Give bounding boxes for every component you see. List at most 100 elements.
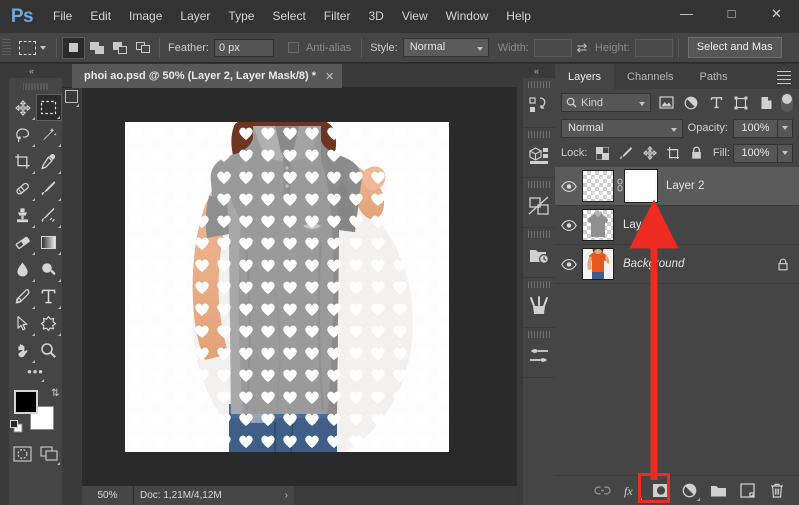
crop-tool[interactable] bbox=[10, 148, 36, 175]
menu-help[interactable]: Help bbox=[497, 0, 540, 33]
quick-selection-tool[interactable] bbox=[36, 121, 62, 148]
move-tool[interactable] bbox=[10, 94, 36, 121]
adjustment-layers-filter-button[interactable] bbox=[681, 93, 701, 112]
lock-transparent-pixels-button[interactable] bbox=[592, 143, 613, 163]
width-input[interactable] bbox=[533, 38, 572, 57]
canvas-area[interactable]: 50% Doc: 1,21M/4,12M › bbox=[62, 88, 517, 505]
quick-mask-mode-button[interactable] bbox=[12, 446, 32, 465]
tab-paths[interactable]: Paths bbox=[686, 64, 741, 89]
tab-layers[interactable]: Layers bbox=[555, 64, 615, 89]
anti-alias-checkbox[interactable] bbox=[287, 42, 299, 53]
minimize-button[interactable]: — bbox=[664, 0, 709, 27]
custom-shape-tool[interactable] bbox=[36, 310, 62, 337]
menu-view[interactable]: View bbox=[393, 0, 437, 33]
swap-colors-icon[interactable]: ⇅ bbox=[51, 388, 59, 399]
swap-dimensions-icon[interactable]: ⇄ bbox=[572, 40, 592, 56]
toolbar-collapse-icon[interactable]: « bbox=[0, 64, 62, 78]
history-log-panel-icon[interactable] bbox=[523, 228, 555, 278]
table-row[interactable]: Background bbox=[555, 245, 799, 284]
table-row[interactable]: Layer 2 bbox=[555, 167, 799, 206]
type-layers-filter-button[interactable] bbox=[706, 93, 726, 112]
fill-stepper[interactable] bbox=[777, 143, 793, 163]
layer-visibility-toggle[interactable] bbox=[555, 258, 582, 270]
zoom-tool[interactable] bbox=[36, 337, 62, 364]
shape-layers-filter-button[interactable] bbox=[731, 93, 751, 112]
type-tool[interactable] bbox=[36, 283, 62, 310]
menu-filter[interactable]: Filter bbox=[315, 0, 360, 33]
delete-layer-button[interactable] bbox=[764, 479, 789, 503]
layer-thumbnail[interactable] bbox=[582, 248, 614, 280]
smart-object-filter-button[interactable] bbox=[756, 93, 776, 112]
dock-collapse-icon[interactable]: « bbox=[517, 64, 555, 78]
menu-layer[interactable]: Layer bbox=[171, 0, 219, 33]
menu-window[interactable]: Window bbox=[437, 0, 498, 33]
hand-tool[interactable] bbox=[10, 337, 36, 364]
menu-edit[interactable]: Edit bbox=[81, 0, 120, 33]
new-selection-button[interactable] bbox=[62, 36, 85, 59]
healing-brush-tool[interactable] bbox=[10, 175, 36, 202]
history-brush-tool[interactable] bbox=[36, 202, 62, 229]
new-fill-adjustment-button[interactable] bbox=[677, 479, 702, 503]
table-row[interactable]: Layer 1 bbox=[555, 206, 799, 245]
lock-all-button[interactable] bbox=[686, 143, 707, 163]
menu-image[interactable]: Image bbox=[120, 0, 171, 33]
subtract-from-selection-button[interactable] bbox=[108, 37, 131, 59]
menu-select[interactable]: Select bbox=[263, 0, 314, 33]
filter-kind-select[interactable]: Kind bbox=[561, 93, 651, 112]
menu-file[interactable]: File bbox=[44, 0, 81, 33]
brush-tool[interactable] bbox=[36, 175, 62, 202]
link-layers-button[interactable] bbox=[590, 479, 615, 503]
eraser-tool[interactable] bbox=[10, 229, 36, 256]
layer-name[interactable]: Layer 2 bbox=[666, 180, 704, 192]
edit-toolbar-button[interactable]: ••• bbox=[9, 364, 62, 384]
options-bar-grip[interactable] bbox=[2, 38, 11, 57]
history-panel-icon[interactable] bbox=[523, 78, 555, 128]
layer-mask-thumbnail[interactable] bbox=[624, 169, 658, 203]
layer-visibility-toggle[interactable] bbox=[555, 219, 582, 231]
fill-input[interactable]: 100% bbox=[732, 143, 778, 163]
lock-position-button[interactable] bbox=[639, 143, 660, 163]
dodge-tool[interactable] bbox=[36, 256, 62, 283]
opacity-input[interactable]: 100% bbox=[733, 118, 778, 138]
filter-enable-toggle[interactable] bbox=[781, 93, 793, 112]
pixel-layers-filter-button[interactable] bbox=[656, 93, 676, 112]
path-selection-tool[interactable] bbox=[10, 310, 36, 337]
maximize-button[interactable]: □ bbox=[709, 0, 754, 27]
blend-mode-select[interactable]: Normal bbox=[561, 118, 683, 138]
select-and-mask-button[interactable]: Select and Mas bbox=[687, 37, 782, 58]
default-colors-icon[interactable] bbox=[9, 420, 23, 436]
layer-name[interactable]: Background bbox=[623, 258, 684, 270]
3d-panel-icon[interactable] bbox=[523, 128, 555, 178]
layer-name[interactable]: Layer 1 bbox=[623, 219, 661, 231]
height-input[interactable] bbox=[634, 38, 673, 57]
foreground-color-swatch[interactable] bbox=[13, 390, 38, 414]
brush-settings-panel-icon[interactable] bbox=[523, 328, 555, 378]
layer-visibility-toggle[interactable] bbox=[555, 180, 582, 192]
document-canvas[interactable] bbox=[125, 122, 449, 452]
new-layer-button[interactable] bbox=[735, 479, 760, 503]
lock-image-pixels-button[interactable] bbox=[616, 143, 637, 163]
add-to-selection-button[interactable] bbox=[85, 37, 108, 59]
new-group-button[interactable] bbox=[706, 479, 731, 503]
rectangular-marquee-tool[interactable] bbox=[35, 94, 62, 121]
document-tab[interactable]: phoi ao.psd @ 50% (Layer 2, Layer Mask/8… bbox=[72, 64, 343, 88]
layer-thumbnail[interactable] bbox=[582, 209, 614, 241]
feather-input[interactable]: 0 px bbox=[213, 38, 274, 57]
clone-stamp-tool[interactable] bbox=[10, 202, 36, 229]
gradient-tool[interactable] bbox=[36, 229, 62, 256]
style-select[interactable]: Normal bbox=[402, 38, 489, 57]
layer-thumbnail[interactable] bbox=[582, 170, 614, 202]
toolbar-grip[interactable] bbox=[22, 80, 49, 92]
lasso-tool[interactable] bbox=[10, 121, 36, 148]
adjustments-panel-icon[interactable] bbox=[523, 178, 555, 228]
chevron-right-icon[interactable]: › bbox=[285, 490, 288, 501]
zoom-level-field[interactable]: 50% bbox=[82, 485, 134, 505]
pen-tool[interactable] bbox=[10, 283, 36, 310]
document-size-field[interactable]: Doc: 1,21M/4,12M › bbox=[134, 485, 294, 505]
screen-mode-button[interactable] bbox=[39, 446, 60, 465]
brushes-panel-icon[interactable] bbox=[523, 278, 555, 328]
lock-artboard-nesting-button[interactable] bbox=[663, 143, 684, 163]
menu-3d[interactable]: 3D bbox=[359, 0, 392, 33]
eyedropper-tool[interactable] bbox=[36, 148, 62, 175]
blur-tool[interactable] bbox=[10, 256, 36, 283]
